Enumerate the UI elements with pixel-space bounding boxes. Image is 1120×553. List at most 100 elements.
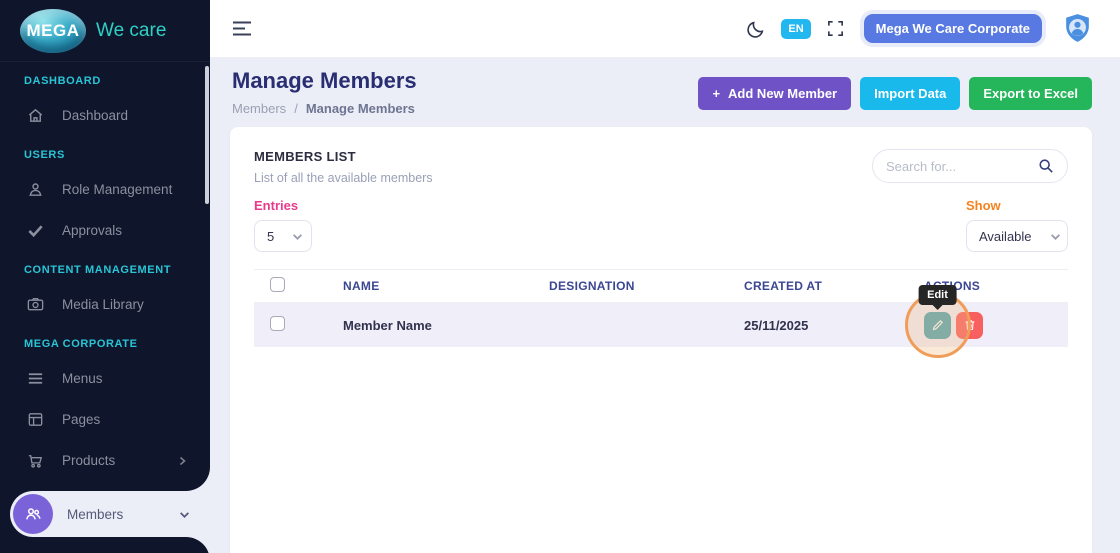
table-row: Member Name 25/11/2025 Edit — [254, 284, 1068, 358]
sidebar: MEGA We care DASHBOARD Dashboard USERS R… — [0, 0, 210, 553]
active-scoop-top — [186, 467, 210, 491]
edit-tooltip: Edit — [918, 284, 957, 305]
sidebar-item-media-library[interactable]: Media Library — [0, 284, 210, 325]
topbar-controls: EN Mega We Care Corporate — [746, 10, 1094, 47]
workspace-selector[interactable]: Mega We Care Corporate — [859, 10, 1046, 47]
table-filters: Entries 5 Show Available — [254, 198, 1068, 252]
header-name[interactable]: NAME — [329, 279, 535, 293]
show-value: Available — [979, 228, 1032, 244]
search-input[interactable] — [886, 158, 1038, 174]
card-header: MEMBERS LIST List of all the available m… — [254, 149, 1068, 185]
fullscreen-icon — [827, 21, 843, 36]
sidebar-item-role-management[interactable]: Role Management — [0, 169, 210, 210]
home-icon — [28, 108, 43, 122]
members-list-card: MEMBERS LIST List of all the available m… — [230, 127, 1092, 553]
avatar-shield-icon — [1066, 14, 1089, 42]
entries-value: 5 — [267, 228, 275, 244]
show-select[interactable]: Available — [966, 220, 1068, 252]
sidebar-item-label: Pages — [62, 412, 101, 427]
plus-icon: + — [712, 86, 721, 101]
row-checkbox[interactable] — [270, 316, 285, 331]
dark-mode-toggle[interactable] — [746, 19, 766, 39]
section-dashboard: DASHBOARD — [24, 75, 101, 87]
camera-icon — [27, 297, 44, 311]
people-icon — [26, 508, 41, 520]
created-at-cell: 25/11/2025 — [744, 317, 809, 333]
sidebar-scrollbar[interactable] — [205, 66, 209, 204]
sidebar-item-label: Media Library — [62, 297, 144, 312]
sidebar-item-label: Dashboard — [62, 108, 129, 123]
search-box — [872, 149, 1068, 183]
sidebar-item-label: Role Management — [62, 182, 173, 197]
entries-filter: Entries 5 — [254, 198, 312, 252]
card-title: MEMBERS LIST — [254, 149, 356, 164]
chevron-down-icon — [284, 231, 311, 242]
sidebar-item-products[interactable]: Products — [0, 440, 210, 481]
sidebar-item-pages[interactable]: Pages — [0, 399, 210, 440]
section-content-management: CONTENT MANAGEMENT — [24, 264, 172, 276]
breadcrumb: Members / Manage Members — [232, 101, 417, 116]
sidebar-item-label: Approvals — [62, 223, 123, 238]
breadcrumb-current: Manage Members — [305, 101, 415, 116]
add-new-member-button[interactable]: + Add New Member — [698, 77, 852, 110]
workspace-name: Mega We Care Corporate — [863, 14, 1042, 43]
page-content: Manage Members Members / Manage Members … — [210, 57, 1120, 553]
export-to-excel-button[interactable]: Export to Excel — [969, 77, 1092, 110]
sidebar-item-members[interactable]: Members — [10, 467, 210, 553]
actions-cell: Edit — [904, 284, 1068, 358]
page-actions: + Add New Member Import Data Export to E… — [698, 77, 1092, 110]
chevron-right-icon — [179, 456, 186, 465]
active-scoop-bottom — [186, 537, 210, 553]
chevron-down-icon — [1042, 231, 1069, 242]
members-icon-badge — [13, 494, 53, 534]
mega-logo-ellipse: MEGA — [20, 8, 86, 53]
select-all-checkbox[interactable] — [270, 277, 285, 292]
sidebar-toggle-button[interactable] — [232, 20, 252, 37]
card-title-block: MEMBERS LIST List of all the available m… — [254, 149, 433, 185]
page-header: Manage Members Members / Manage Members … — [210, 57, 1120, 116]
user-icon — [29, 183, 42, 196]
card-subtitle: List of all the available members — [254, 171, 433, 185]
search-icon[interactable] — [1038, 158, 1054, 174]
edit-button[interactable]: Edit — [904, 284, 971, 358]
logo-suffix: We care — [96, 19, 167, 41]
sidebar-item-label: Products — [62, 453, 116, 468]
member-name-cell: Member Name — [343, 317, 432, 333]
row-checkbox-cell — [254, 316, 329, 334]
moon-icon — [747, 21, 764, 38]
user-menu-button[interactable] — [1061, 12, 1094, 45]
logo-text: MEGA — [26, 20, 80, 40]
chevron-down-icon — [180, 511, 189, 518]
layout-icon — [28, 413, 43, 426]
check-icon — [28, 225, 43, 238]
show-filter: Show Available — [966, 198, 1068, 252]
breadcrumb-separator: / — [294, 101, 298, 116]
sidebar-item-menus[interactable]: Menus — [0, 358, 210, 399]
members-table: NAME DESIGNATION CREATED AT ACTIONS Memb… — [254, 269, 1068, 358]
add-button-label: Add New Member — [728, 86, 838, 101]
hamburger-icon — [233, 21, 251, 36]
breadcrumb-parent[interactable]: Members — [232, 101, 286, 116]
entries-select[interactable]: 5 — [254, 220, 312, 252]
page-title: Manage Members — [232, 68, 417, 93]
header-designation[interactable]: DESIGNATION — [535, 279, 730, 293]
show-label: Show — [966, 198, 1001, 213]
pencil-icon — [932, 319, 943, 331]
app-window: MEGA We care DASHBOARD Dashboard USERS R… — [0, 0, 1120, 553]
fullscreen-button[interactable] — [826, 19, 845, 38]
sidebar-item-dashboard[interactable]: Dashboard — [0, 95, 210, 136]
delete-button[interactable] — [956, 311, 983, 339]
cart-icon — [28, 455, 43, 468]
section-users: USERS — [24, 149, 65, 161]
trash-icon — [965, 320, 974, 330]
title-block: Manage Members Members / Manage Members — [232, 68, 417, 116]
language-switcher[interactable]: EN — [781, 18, 811, 39]
menu-lines-icon — [28, 373, 43, 384]
sidebar-item-label: Menus — [62, 371, 103, 386]
header-created-at[interactable]: CREATED AT — [730, 279, 910, 293]
sidebar-item-approvals[interactable]: Approvals — [0, 210, 210, 251]
import-data-button[interactable]: Import Data — [860, 77, 961, 110]
brand-logo[interactable]: MEGA We care — [0, 0, 210, 62]
main-area: EN Mega We Care Corporate Manage Members… — [210, 0, 1120, 553]
sidebar-item-label: Members — [67, 506, 124, 522]
